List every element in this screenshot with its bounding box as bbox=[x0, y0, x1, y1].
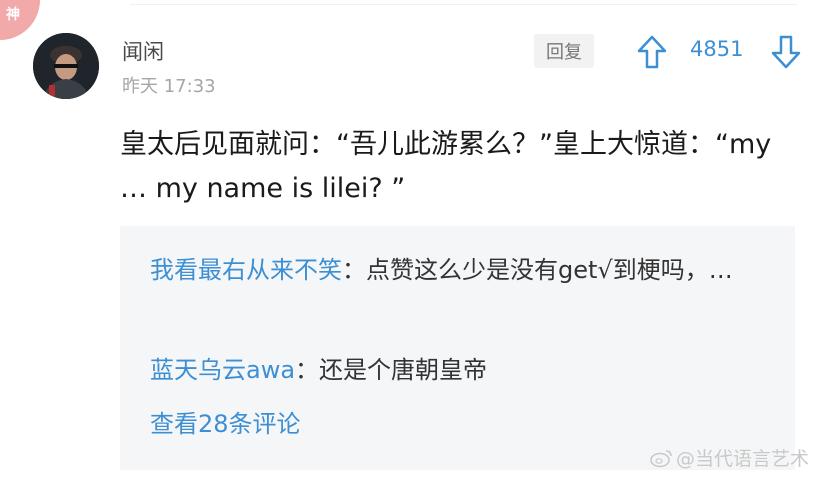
god-comment-badge: 神 bbox=[0, 0, 42, 42]
watermark-text: @当代语言艺术 bbox=[676, 448, 810, 470]
reply-panel: 我看最右从来不笑：点赞这么少是没有get√到梗吗，… 蓝天乌云awa：还是个唐朝… bbox=[120, 226, 795, 470]
reply-text: 点赞这么少是没有get√到梗吗，… bbox=[366, 256, 733, 284]
downvote-arrow-icon[interactable] bbox=[770, 34, 802, 70]
reply-separator: ： bbox=[342, 256, 366, 284]
reply-item[interactable]: 蓝天乌云awa：还是个唐朝皇帝 bbox=[150, 350, 770, 390]
reply-item[interactable]: 我看最右从来不笑：点赞这么少是没有get√到梗吗，… bbox=[150, 250, 770, 290]
avatar[interactable] bbox=[33, 33, 99, 99]
timestamp: 昨天 17:33 bbox=[122, 76, 216, 97]
vote-count: 4851 bbox=[690, 37, 744, 61]
reply-button[interactable]: 回复 bbox=[534, 34, 594, 68]
weibo-logo-icon bbox=[650, 449, 672, 467]
view-more-comments-link[interactable]: 查看28条评论 bbox=[150, 404, 301, 439]
comment-body: 皇太后见面就问：“吾儿此游累么？”皇上大惊道：“my … my name is … bbox=[120, 129, 772, 204]
divider bbox=[130, 4, 797, 5]
avatar-image bbox=[33, 33, 99, 99]
watermark: @当代语言艺术 bbox=[650, 444, 809, 471]
reply-author[interactable]: 我看最右从来不笑 bbox=[150, 256, 342, 284]
reply-text: 还是个唐朝皇帝 bbox=[319, 356, 488, 384]
reply-author[interactable]: 蓝天乌云awa bbox=[150, 356, 295, 384]
username[interactable]: 闻闲 bbox=[122, 36, 164, 66]
badge-label: 神 bbox=[6, 7, 20, 23]
reply-separator: ： bbox=[295, 356, 320, 384]
upvote-arrow-icon[interactable] bbox=[636, 34, 668, 70]
